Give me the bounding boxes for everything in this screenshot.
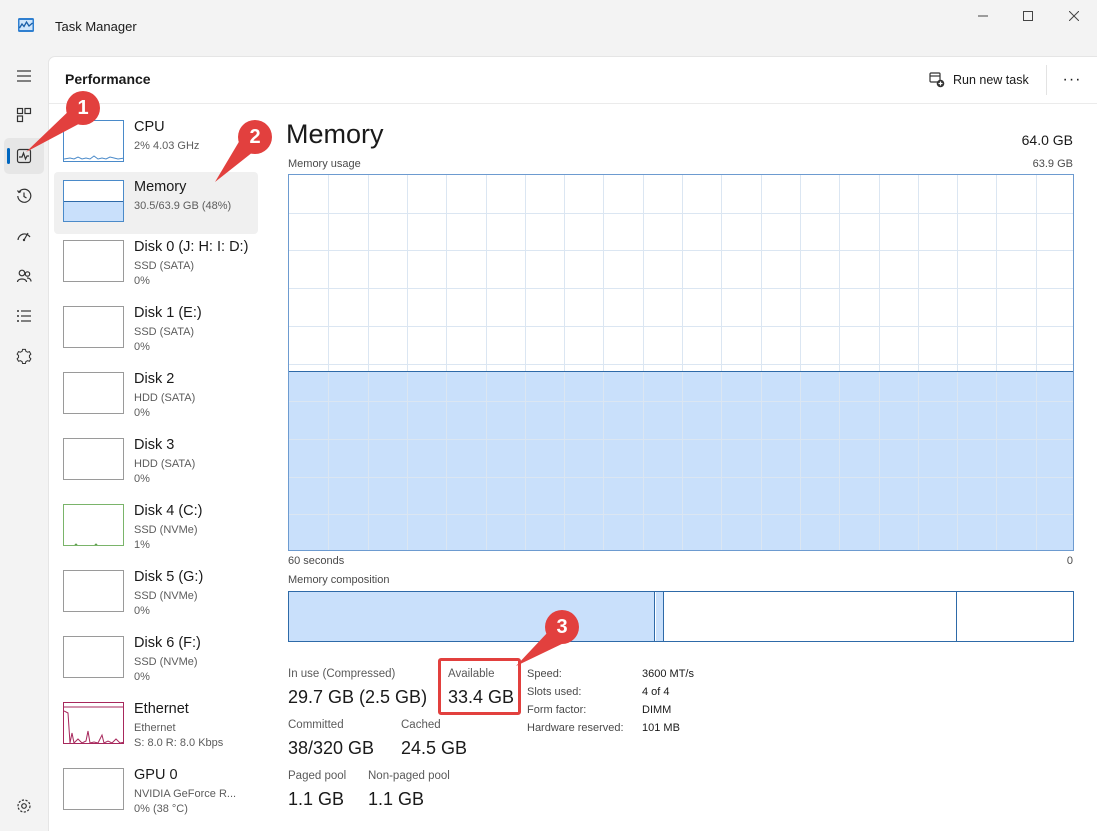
callout-1: 1	[66, 91, 100, 125]
callout-2: 2	[238, 120, 272, 154]
available-highlight-box	[438, 658, 521, 715]
annotation-arrows	[26, 106, 566, 666]
callout-3: 3	[545, 610, 579, 644]
